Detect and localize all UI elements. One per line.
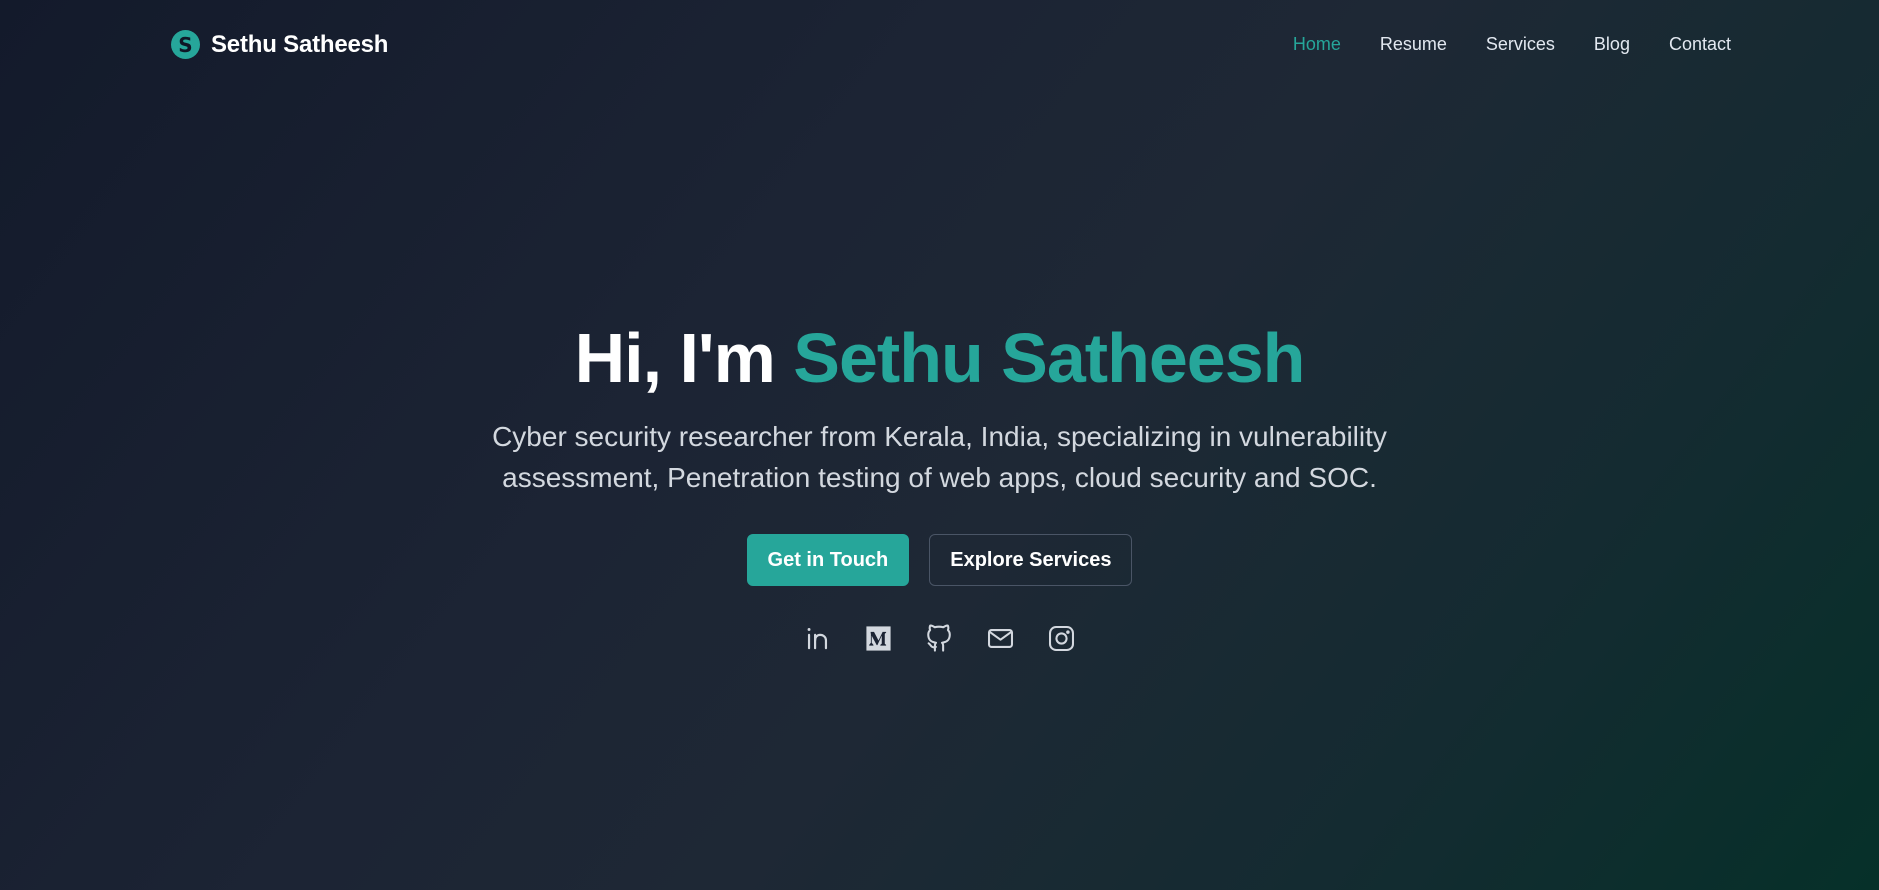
nav-item-contact[interactable]: Contact — [1669, 34, 1731, 55]
hero-buttons: Get in Touch Explore Services — [0, 534, 1879, 586]
instagram-icon[interactable] — [1047, 624, 1076, 653]
brand-link[interactable]: S Sethu Satheesh — [171, 30, 388, 59]
hero-description: Cyber security researcher from Kerala, I… — [492, 421, 1387, 493]
social-links — [0, 624, 1879, 653]
medium-icon[interactable] — [864, 624, 893, 653]
nav-item-services[interactable]: Services — [1486, 34, 1555, 55]
hero-greeting: Hi, I'm — [574, 319, 794, 397]
navbar: S Sethu Satheesh Home Resume Services Bl… — [0, 0, 1879, 92]
hero-title: Hi, I'm Sethu Satheesh — [0, 310, 1879, 406]
get-in-touch-button[interactable]: Get in Touch — [746, 534, 910, 586]
nav-item-home[interactable]: Home — [1293, 34, 1341, 55]
nav-item-blog[interactable]: Blog — [1594, 34, 1630, 55]
nav-item-resume[interactable]: Resume — [1380, 34, 1447, 55]
nav-links: Home Resume Services Blog Contact — [1293, 34, 1731, 55]
github-icon[interactable] — [925, 624, 954, 653]
brand-name: Sethu Satheesh — [211, 30, 389, 58]
brand-logo-icon: S — [171, 30, 200, 59]
linkedin-icon[interactable] — [803, 624, 832, 653]
explore-services-button[interactable]: Explore Services — [929, 534, 1133, 586]
hero-name: Sethu Satheesh — [793, 319, 1305, 397]
mail-icon[interactable] — [986, 624, 1015, 653]
hero-section: Hi, I'm Sethu Satheesh Cyber security re… — [0, 310, 1879, 653]
